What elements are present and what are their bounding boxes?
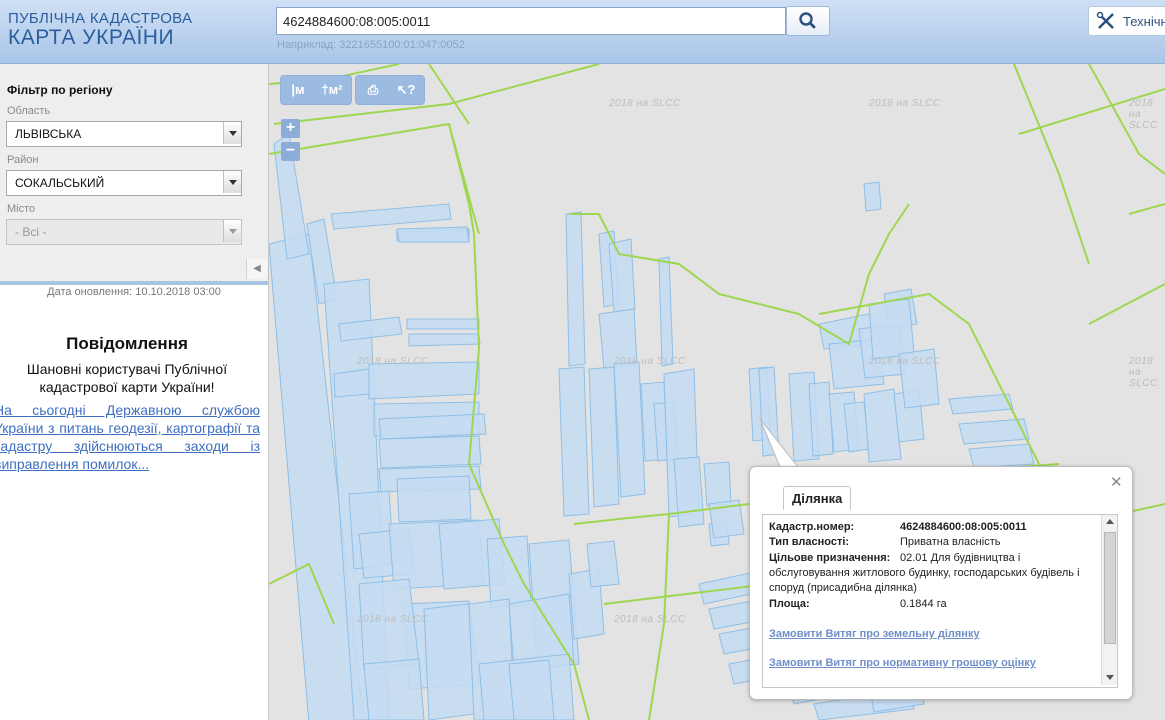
oblast-label: Область xyxy=(7,105,51,117)
parcel-info-popup: ✕ Ділянка Кадастр.номер: 4624884600:08:0… xyxy=(749,466,1133,700)
search-hint: Наприклад: 3221655100:01:047:0052 xyxy=(277,39,465,51)
map-watermark: 2018 на SLCC xyxy=(357,614,429,625)
identify-button[interactable]: ↖? xyxy=(391,76,421,104)
update-date: Дата оновлення: 10.10.2018 03:00 xyxy=(47,286,221,298)
tech-button-label: Технічн xyxy=(1123,14,1165,29)
print-button[interactable]: ⎙ xyxy=(358,76,388,104)
map-watermark: 2018 на SLCC xyxy=(869,356,941,367)
map-watermark: 2018 на SLCC xyxy=(614,614,686,625)
chevron-down-icon xyxy=(223,122,241,144)
map-watermark: 2018 на SLCC xyxy=(869,98,941,109)
scroll-thumb[interactable] xyxy=(1104,532,1116,644)
oblast-select-value: ЛЬВІВСЬКА xyxy=(15,127,82,141)
utility-toolbar: ⎙ ↖? xyxy=(355,75,425,105)
zoom-out-button[interactable]: − xyxy=(281,142,300,161)
notice-line2: кадастрової карти України! xyxy=(39,379,215,395)
parcel-details: Кадастр.номер: 4624884600:08:005:0011 Ти… xyxy=(762,514,1118,688)
pointer-question-icon: ↖? xyxy=(396,82,416,97)
notice-text: Шановні користувачі Публічної кадастрово… xyxy=(0,360,254,396)
notice-title: Повідомлення xyxy=(66,334,188,353)
area-icon: †м² xyxy=(321,82,343,97)
map-watermark: 2018 на SLCC xyxy=(1129,356,1158,389)
filter-title: Фільтр по регіону xyxy=(7,83,113,97)
logo-line2: КАРТА УКРАЇНИ xyxy=(8,26,175,49)
region-filter-panel: Фільтр по регіону Область ЛЬВІВСЬКА Райо… xyxy=(0,64,268,285)
area-label: Площа: xyxy=(769,598,810,610)
raion-select[interactable]: СОКАЛЬСЬКИЙ xyxy=(6,170,242,196)
chevron-down-icon xyxy=(223,220,241,242)
collapse-sidebar-button[interactable]: ◀ xyxy=(246,259,267,279)
map-watermark: 2018 на SLCC xyxy=(357,356,429,367)
ruler-icon: |м xyxy=(291,82,305,97)
order-valuation-extract-link[interactable]: Замовити Витяг про нормативну грошову оц… xyxy=(769,657,1036,669)
header: ПУБЛІЧНА КАДАСТРОВА КАРТА УКРАЇНИ Наприк… xyxy=(0,0,1165,64)
cadastral-number-label: Кадастр.номер: xyxy=(769,521,855,533)
purpose-block: Цільове призначення: 02.01 Для будівництв… xyxy=(769,551,1099,596)
chevron-down-icon xyxy=(223,171,241,193)
misto-label: Місто xyxy=(7,203,36,215)
map-watermark: 2018 на SLCC xyxy=(609,98,681,109)
tab-parcel[interactable]: Ділянка xyxy=(783,486,852,510)
notice-line1: Шановні користувачі Публічної xyxy=(26,361,228,377)
scroll-up-icon[interactable] xyxy=(1106,519,1114,524)
measure-area-button[interactable]: †м² xyxy=(317,76,347,104)
raion-select-value: СОКАЛЬСЬКИЙ xyxy=(15,176,105,190)
search-button[interactable] xyxy=(786,6,830,36)
tools-icon xyxy=(1096,11,1114,29)
measure-length-button[interactable]: |м xyxy=(283,76,313,104)
misto-select-value: - Всі - xyxy=(15,225,47,239)
logo-line1: ПУБЛІЧНА КАДАСТРОВА xyxy=(8,10,193,27)
measure-toolbar: |м †м² xyxy=(280,75,352,105)
map-watermark: 2018 на SLCC xyxy=(614,356,686,367)
tech-button[interactable]: Технічн xyxy=(1088,6,1165,36)
ownership-value: Приватна власність xyxy=(900,536,1001,548)
map-watermark: 2018 на SLCC xyxy=(1129,98,1158,131)
zoom-in-button[interactable]: + xyxy=(281,119,300,138)
print-icon: ⎙ xyxy=(367,82,379,97)
misto-select[interactable]: - Всі - xyxy=(6,219,242,245)
search-input[interactable] xyxy=(276,7,786,35)
order-parcel-extract-link[interactable]: Замовити Витяг про земельну ділянку xyxy=(769,628,980,640)
sidebar: Фільтр по регіону Область ЛЬВІВСЬКА Райо… xyxy=(0,64,269,720)
raion-label: Район xyxy=(7,154,39,166)
scroll-down-icon[interactable] xyxy=(1106,675,1114,680)
close-icon[interactable]: ✕ xyxy=(1110,473,1123,491)
popup-scrollbar[interactable] xyxy=(1101,515,1117,685)
search-icon xyxy=(799,12,816,29)
ownership-label: Тип власності: xyxy=(769,536,850,548)
area-value: 0.1844 га xyxy=(900,598,947,610)
cadastral-number-value: 4624884600:08:005:0011 xyxy=(900,521,1027,533)
oblast-select[interactable]: ЛЬВІВСЬКА xyxy=(6,121,242,147)
notice-link[interactable]: На сьогодні Державною службою України з … xyxy=(0,401,260,473)
purpose-label: Цільове призначення: xyxy=(769,552,891,564)
